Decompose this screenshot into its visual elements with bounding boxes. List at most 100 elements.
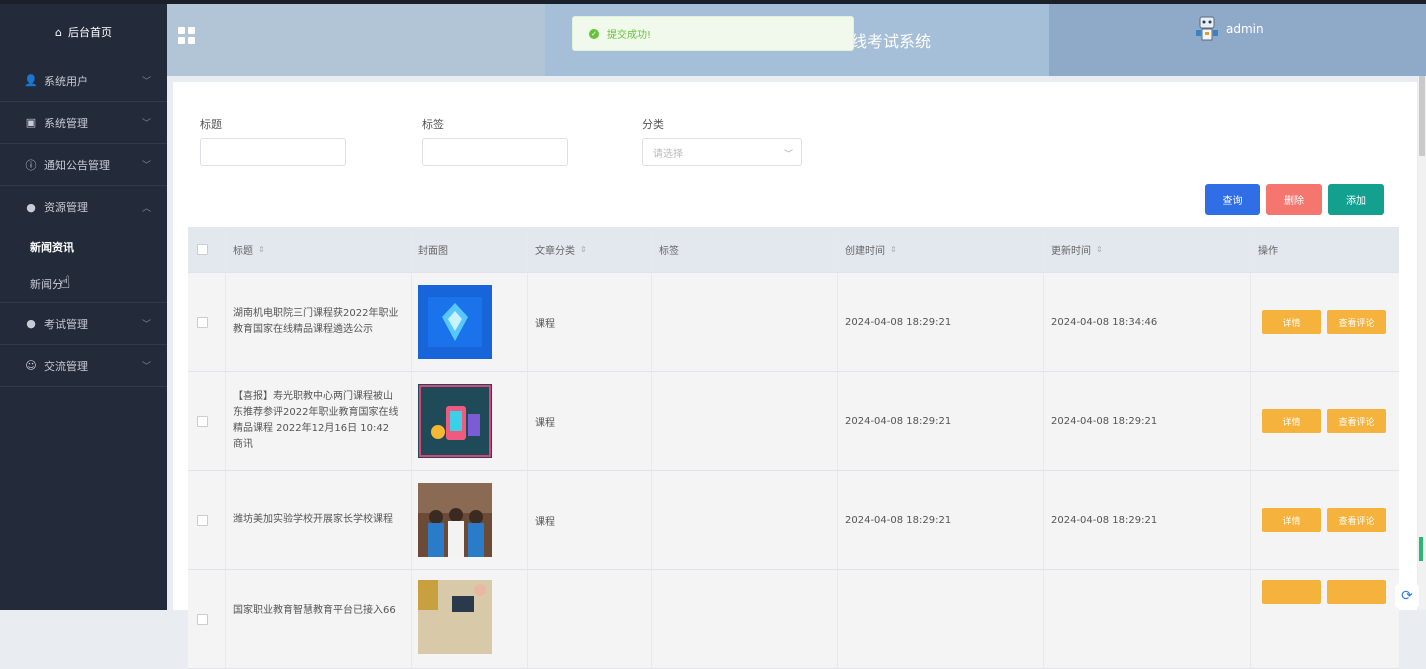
- ops-cell: 详情 查看评论: [1251, 273, 1399, 371]
- location-icon: ●: [26, 200, 36, 214]
- system-title: 线考试系统: [851, 32, 932, 51]
- category-cell: [528, 570, 652, 668]
- sidebar-item-label: 交流管理: [44, 359, 88, 373]
- created-cell: 2024-04-08 18:29:21: [838, 273, 1044, 371]
- chevron-down-icon: ﹀: [141, 77, 151, 87]
- sidebar-item-label: 考试管理: [44, 317, 88, 331]
- sidebar-item-system-manage[interactable]: ▣ 系统管理 ﹀: [0, 102, 167, 144]
- filter-tag-label: 标签: [422, 118, 444, 131]
- title-cell: 湖南机电职院三门课程获2022年职业教育国家在线精品课程遴选公示: [226, 273, 412, 371]
- ops-cell: 详情 查看评论: [1251, 471, 1399, 569]
- row-checkbox-cell: [188, 372, 226, 470]
- cover-image: [418, 384, 492, 458]
- sidebar-item-label: 系统管理: [44, 116, 88, 130]
- sidebar-subitem-label: 新闻分: [30, 277, 63, 291]
- sidebar-item-label: 资源管理: [44, 201, 88, 214]
- row-checkbox[interactable]: [197, 316, 208, 328]
- created-cell: 2024-04-08 18:29:21: [838, 471, 1044, 569]
- header-ops-text: 操作: [1258, 246, 1278, 257]
- category-cell: 课程: [528, 372, 652, 470]
- view-comments-button[interactable]: 查看评论: [1327, 508, 1386, 532]
- sidebar-item-exchange[interactable]: ☺ 交流管理 ﹀: [0, 345, 167, 387]
- sort-icon: ⇕: [1096, 245, 1103, 254]
- created-cell: [838, 570, 1044, 668]
- table-row: 潍坊美加实验学校开展家长学校课程 课程 2024-04-08 18:29:21 …: [188, 471, 1399, 570]
- delete-button[interactable]: 删除: [1266, 184, 1322, 215]
- header-category[interactable]: 文章分类 ⇕: [528, 227, 652, 272]
- chevron-down-icon: ﹀: [783, 150, 793, 160]
- title-cell: 【喜报】寿光职教中心两门课程被山东推荐参评2022年职业教育国家在线精品课程 2…: [226, 372, 412, 470]
- title-input[interactable]: [200, 138, 346, 166]
- sidebar-home[interactable]: ⌂ 后台首页: [0, 4, 167, 60]
- header-title[interactable]: 标题 ⇕: [226, 227, 412, 272]
- updated-cell: [1044, 570, 1251, 668]
- page-scrollbar[interactable]: [1418, 76, 1426, 610]
- chevron-down-icon: ﹀: [141, 161, 151, 171]
- sidebar-item-notice[interactable]: ⓘ 通知公告管理 ﹀: [0, 144, 167, 186]
- cover-image: [418, 580, 492, 654]
- query-button[interactable]: 查询: [1205, 184, 1260, 215]
- row-checkbox[interactable]: [197, 415, 208, 427]
- header-tag: 标签: [652, 227, 838, 272]
- row-checkbox[interactable]: [197, 514, 208, 526]
- chevron-down-icon: ﹀: [141, 362, 151, 372]
- add-button[interactable]: 添加: [1328, 184, 1384, 215]
- view-comments-button[interactable]: 查看评论: [1327, 310, 1386, 334]
- grid-menu-icon[interactable]: [178, 27, 195, 44]
- cover-cell: [412, 273, 528, 371]
- sidebar-item-resources[interactable]: ● 资源管理 ︿: [0, 186, 167, 228]
- row-checkbox[interactable]: [197, 613, 208, 625]
- chat-icon: ☺: [25, 359, 37, 372]
- sidebar-item-system-users[interactable]: 👤 系统用户 ﹀: [0, 60, 167, 102]
- created-cell: 2024-04-08 18:29:21: [838, 372, 1044, 470]
- chevron-up-icon: ︿: [141, 203, 151, 214]
- table-row: 湖南机电职院三门课程获2022年职业教育国家在线精品课程遴选公示 课程 2024…: [188, 273, 1399, 372]
- view-comments-button[interactable]: [1327, 580, 1386, 604]
- tag-cell: [652, 372, 838, 470]
- category-select[interactable]: 请选择 ﹀: [642, 138, 802, 166]
- updated-cell: 2024-04-08 18:29:21: [1044, 471, 1251, 569]
- sidebar-item-exam[interactable]: ● 考试管理 ﹀: [0, 303, 167, 345]
- sidebar-subitem-news[interactable]: 新闻资讯: [0, 228, 167, 265]
- row-updated: 2024-04-08 18:29:21: [1051, 415, 1158, 427]
- tag-input[interactable]: [422, 138, 568, 166]
- detail-button[interactable]: [1262, 580, 1321, 604]
- row-title: 【喜报】寿光职教中心两门课程被山东推荐参评2022年职业教育国家在线精品课程 2…: [233, 391, 399, 450]
- sort-icon: ⇕: [258, 245, 265, 254]
- header-left: [167, 4, 545, 76]
- filter-title-label: 标题: [200, 118, 222, 131]
- cover-cell: [412, 570, 528, 668]
- sidebar-subitem-news-category[interactable]: 新闻分 ☝: [0, 265, 167, 303]
- header-updated-text: 更新时间: [1051, 246, 1091, 257]
- header-updated[interactable]: 更新时间 ⇕: [1044, 227, 1251, 272]
- title-cell: 潍坊美加实验学校开展家长学校课程: [226, 471, 412, 569]
- success-toast: ✓ 提交成功!: [572, 16, 854, 51]
- tag-cell: [652, 570, 838, 668]
- category-cell: 课程: [528, 273, 652, 371]
- detail-button[interactable]: 详情: [1262, 409, 1321, 433]
- avatar-robot-icon[interactable]: [1194, 14, 1220, 44]
- check-circle-icon: ✓: [589, 28, 599, 39]
- row-checkbox-cell: [188, 273, 226, 371]
- header-created[interactable]: 创建时间 ⇕: [838, 227, 1044, 272]
- row-category: 课程: [535, 516, 555, 528]
- select-all-checkbox[interactable]: [197, 244, 208, 255]
- detail-button[interactable]: 详情: [1262, 508, 1321, 532]
- username[interactable]: admin: [1226, 22, 1264, 36]
- assistant-icon[interactable]: ⟳: [1395, 584, 1419, 608]
- main-panel: 标题 标签 分类 请选择 ﹀ 查询 删除 添加 标题 ⇕ 封面图 文章分类 ⇕ 标签…: [173, 82, 1417, 669]
- category-placeholder: 请选择: [653, 148, 683, 160]
- detail-button[interactable]: 详情: [1262, 310, 1321, 334]
- view-comments-button[interactable]: 查看评论: [1327, 409, 1386, 433]
- news-table: 标题 ⇕ 封面图 文章分类 ⇕ 标签 创建时间 ⇕ 更新时间 ⇕ 操作 湖南机电职院三门…: [188, 227, 1399, 669]
- cover-cell: [412, 471, 528, 569]
- header-created-text: 创建时间: [845, 246, 885, 257]
- table-row: 国家职业教育智慧教育平台已接入66: [188, 570, 1399, 669]
- toast-message: 提交成功!: [607, 30, 652, 41]
- info-icon: ⓘ: [25, 158, 37, 172]
- header-cover-text: 封面图: [418, 246, 448, 257]
- sidebar-item-label: 通知公告管理: [44, 158, 110, 172]
- header-tag-text: 标签: [659, 246, 679, 257]
- home-icon: ⌂: [55, 25, 62, 39]
- cover-image: [418, 483, 492, 557]
